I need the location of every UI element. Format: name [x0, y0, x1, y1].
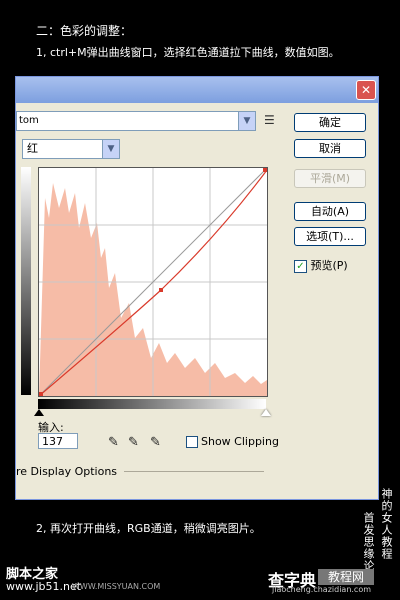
preset-select[interactable]: tom ▼ — [16, 111, 256, 131]
smooth-button[interactable]: 平滑(M) — [294, 169, 366, 188]
watermark-left-overlay: WWW.MISSYUAN.COM — [72, 582, 161, 591]
tutorial-step-2: 2, 再次打开曲线，RGB通道，稍微调亮图片。 — [36, 522, 261, 535]
watermark-right-badge: 教程网 — [318, 569, 374, 585]
show-clipping-label: Show Clipping — [201, 435, 279, 448]
tutorial-heading: 二：色彩的调整： — [36, 24, 133, 38]
eyedropper-gray-icon[interactable]: ✎ — [128, 435, 139, 450]
auto-button[interactable]: 自动(A) — [294, 202, 366, 221]
preset-menu-icon[interactable]: ☰ — [264, 113, 275, 127]
close-icon[interactable]: ✕ — [356, 80, 376, 100]
ok-button[interactable]: 确定 — [294, 113, 366, 132]
curves-dialog: ✕ tom ▼ ☰ 红 ▼ 确定 取消 平滑(M) 自动(A) 选项(T)...… — [15, 76, 379, 500]
tutorial-step-1: 1, ctrl+M弹出曲线窗口，选择红色通道拉下曲线，数值如图。 — [36, 46, 340, 59]
eyedropper-black-icon[interactable]: ✎ — [108, 435, 119, 450]
preview-label: 预览(P) — [310, 259, 348, 272]
options-button[interactable]: 选项(T)... — [294, 227, 366, 246]
white-point-slider[interactable] — [261, 409, 271, 416]
curves-graph[interactable] — [38, 167, 268, 397]
cancel-button[interactable]: 取消 — [294, 139, 366, 158]
divider — [124, 471, 264, 472]
chevron-down-icon[interactable]: ▼ — [238, 112, 255, 130]
input-gradient-bar — [38, 399, 266, 409]
eyedropper-white-icon[interactable]: ✎ — [150, 435, 161, 450]
black-point-slider[interactable] — [34, 409, 44, 416]
curve-point-white[interactable] — [263, 168, 267, 172]
channel-select[interactable]: 红 ▼ — [22, 139, 120, 159]
watermark-right-url: jiaocheng.chazidian.com — [272, 585, 372, 594]
curve-point-black[interactable] — [39, 392, 43, 396]
output-gradient-bar — [21, 167, 31, 395]
watermark-left-url: www.jb51.net — [6, 580, 82, 593]
curve-point-mid[interactable] — [159, 288, 163, 292]
preview-checkbox[interactable]: ✓ 预览(P) — [294, 257, 348, 273]
chevron-down-icon[interactable]: ▼ — [102, 140, 119, 158]
preset-value: tom — [19, 115, 39, 126]
show-clipping-checkbox[interactable]: Show Clipping — [186, 435, 279, 448]
channel-value: 红 — [27, 142, 38, 155]
checkbox-checked-icon[interactable]: ✓ — [294, 259, 307, 273]
input-field[interactable]: 137 — [38, 433, 78, 449]
display-options-label[interactable]: re Display Options — [16, 465, 117, 478]
curves-plot[interactable] — [38, 167, 268, 397]
dialog-titlebar[interactable]: ✕ — [16, 77, 378, 103]
watermark-vertical-1: 神的女人教程 — [380, 488, 393, 560]
checkbox-unchecked-icon[interactable] — [186, 436, 198, 448]
